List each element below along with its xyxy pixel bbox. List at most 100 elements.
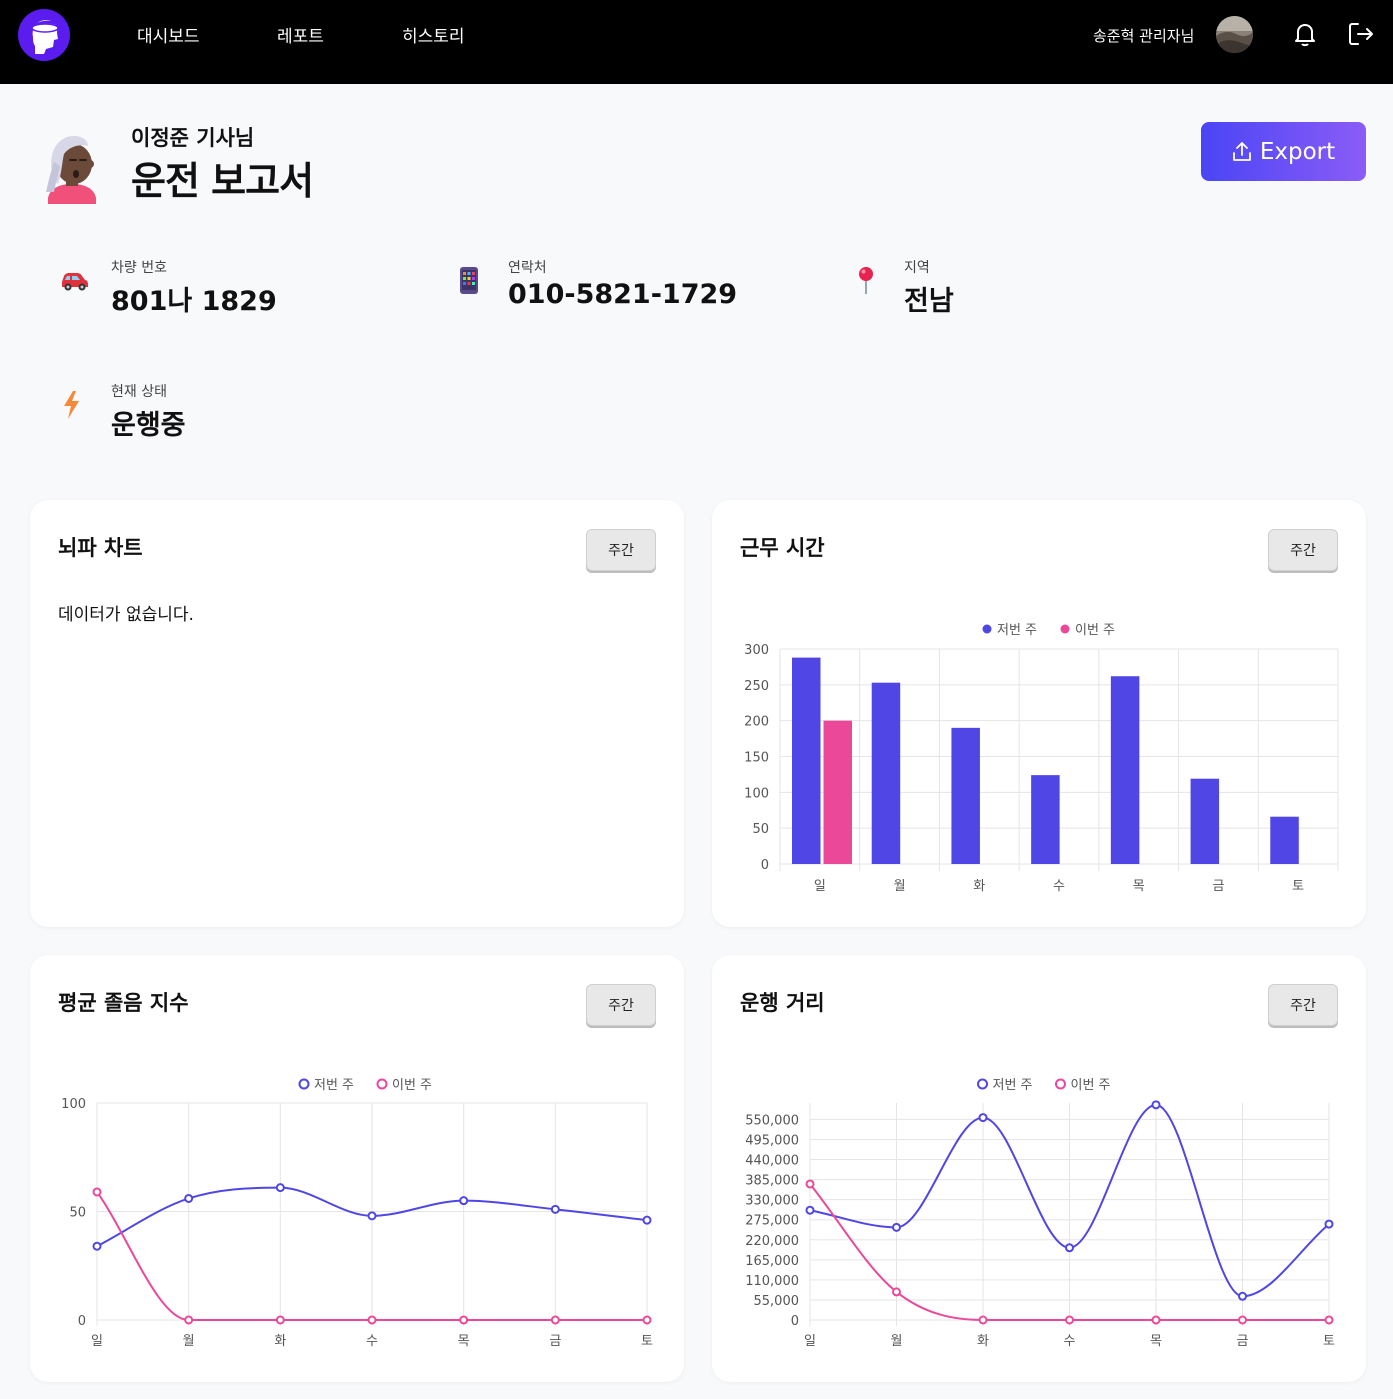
period-button[interactable]: 주간	[586, 529, 656, 571]
data-point	[642, 1215, 652, 1225]
page-title: 운전 보고서	[131, 159, 314, 203]
x-tick-label: 수	[366, 1334, 378, 1349]
y-tick-label: 55,000	[754, 1294, 800, 1309]
legend-label: 저번 주	[993, 1078, 1033, 1093]
legend-marker	[977, 1078, 988, 1090]
x-tick-label: 일	[91, 1334, 103, 1349]
x-tick-label: 목	[458, 1334, 470, 1349]
x-tick-label: 화	[977, 1334, 989, 1349]
data-point	[275, 1315, 285, 1325]
app-logo[interactable]	[18, 9, 70, 61]
legend-marker	[376, 1078, 388, 1090]
logout-icon[interactable]	[1347, 20, 1375, 48]
legend-marker	[1055, 1078, 1066, 1090]
data-point	[1065, 1315, 1074, 1325]
driver-name: 이정준 기사님	[131, 126, 255, 150]
data-point	[367, 1211, 377, 1221]
bar	[823, 720, 852, 864]
x-tick-label: 일	[804, 1334, 816, 1349]
bar	[1190, 778, 1220, 864]
worktime-bar-chart: 저번 주 이번 주 0 50 100 150 200 250 300 일 월 화 수 목 금 토	[744, 623, 1339, 894]
status-info: 현재 상태 운행중	[59, 381, 299, 441]
data-point	[892, 1222, 901, 1232]
region-value: 전남	[904, 286, 954, 317]
x-tick-label: 금	[1212, 879, 1224, 894]
data-point	[1324, 1315, 1334, 1325]
data-point	[1238, 1291, 1247, 1301]
nav-dashboard[interactable]: 대시보드	[137, 22, 200, 47]
x-tick-label: 화	[973, 879, 985, 894]
y-tick-label: 150	[744, 751, 769, 766]
data-point	[642, 1315, 652, 1325]
legend-label: 저번 주	[997, 623, 1037, 638]
x-tick-label: 월	[894, 879, 906, 894]
legend-label: 이번 주	[1071, 1078, 1111, 1093]
bar	[1270, 816, 1299, 864]
export-button[interactable]: Export	[1201, 122, 1366, 181]
bar	[871, 682, 901, 864]
data-point	[550, 1204, 560, 1214]
contact-value: 010-5821-1729	[508, 279, 738, 310]
legend-marker	[1060, 624, 1070, 634]
x-tick-label: 일	[814, 879, 826, 894]
lightning-icon	[59, 389, 89, 419]
bell-icon[interactable]	[1291, 20, 1319, 48]
y-tick-label: 0	[791, 1314, 799, 1329]
upload-icon	[1232, 141, 1251, 161]
nav-history[interactable]: 히스토리	[402, 22, 465, 47]
x-tick-label: 금	[1237, 1334, 1249, 1349]
y-tick-label: 100	[744, 786, 769, 801]
data-point	[978, 1113, 988, 1123]
legend-label: 이번 주	[392, 1078, 432, 1093]
worktime-card: 근무 시간 주간 저번 주 이번 주 0 50 100 150 200 250 300 일 월 화 수 목…	[712, 500, 1366, 927]
y-tick-label: 220,000	[745, 1234, 799, 1249]
status-value: 운행중	[111, 410, 186, 441]
y-tick-label: 300	[744, 643, 769, 658]
y-tick-label: 385,000	[745, 1174, 799, 1189]
y-tick-label: 0	[78, 1314, 86, 1329]
export-label: Export	[1259, 138, 1336, 165]
data-point	[1238, 1315, 1247, 1325]
y-tick-label: 0	[761, 858, 769, 873]
contact-info: 연락처 010-5821-1729	[456, 257, 776, 317]
status-label: 현재 상태	[111, 384, 167, 400]
data-point	[92, 1187, 102, 1197]
top-navbar: 대시보드 레포트 히스토리 송준혁 관리자님	[0, 0, 1393, 84]
data-point	[805, 1179, 815, 1189]
nav-report[interactable]: 레포트	[277, 22, 324, 47]
legend-label: 이번 주	[1075, 623, 1115, 638]
x-tick-label: 월	[183, 1334, 195, 1349]
vehicle-value: 801나 1829	[111, 286, 277, 317]
data-point	[1324, 1219, 1334, 1229]
admin-avatar[interactable]	[1216, 16, 1253, 53]
data-point	[1065, 1243, 1074, 1253]
empty-message: 데이터가 없습니다.	[58, 605, 194, 625]
data-point	[1151, 1315, 1161, 1325]
data-point	[184, 1315, 194, 1325]
distance-line-chart: 저번 주 이번 주 0 55,000 110,000 165,000 220,000 275,…	[745, 1078, 1335, 1349]
y-tick-label: 550,000	[745, 1113, 799, 1128]
data-point	[459, 1315, 469, 1325]
car-icon	[59, 265, 89, 295]
phone-icon	[456, 265, 486, 295]
vehicle-label: 차량 번호	[111, 260, 167, 276]
data-point	[978, 1315, 988, 1325]
bar	[951, 727, 980, 864]
bar	[792, 657, 821, 864]
driver-avatar	[40, 132, 104, 204]
y-tick-label: 440,000	[745, 1154, 799, 1169]
contact-label: 연락처	[508, 260, 547, 276]
legend-label: 저번 주	[314, 1078, 354, 1093]
data-point	[550, 1315, 560, 1325]
y-tick-label: 330,000	[745, 1194, 799, 1209]
legend-marker	[982, 624, 992, 634]
bar	[1031, 775, 1060, 864]
x-tick-label: 목	[1133, 879, 1145, 894]
bar	[1110, 676, 1140, 864]
data-point	[459, 1196, 469, 1206]
brainwave-card: 뇌파 차트 주간 데이터가 없습니다.	[30, 500, 684, 927]
y-tick-label: 200	[744, 715, 769, 730]
distance-card: 운행 거리 주간 저번 주 이번 주 0 55,000 110,000 165,000 22…	[712, 955, 1366, 1382]
data-point	[367, 1315, 377, 1325]
y-tick-label: 250	[744, 679, 769, 694]
